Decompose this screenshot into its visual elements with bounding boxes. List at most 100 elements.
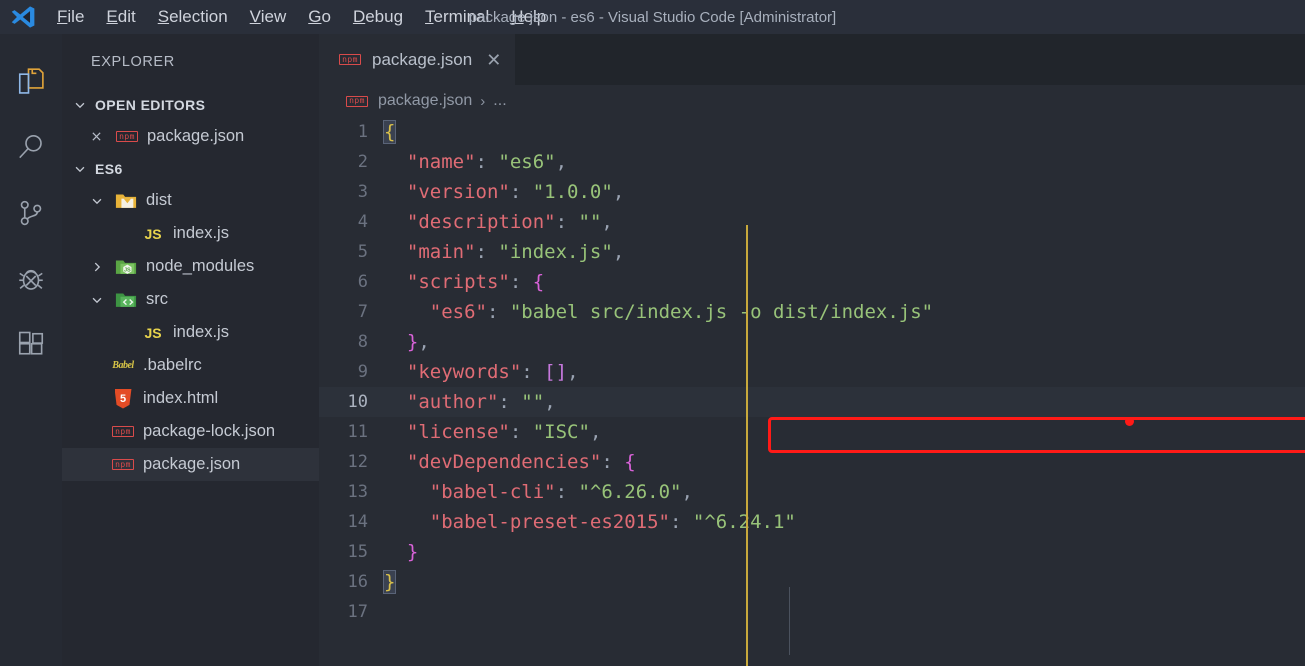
annotation-dot [1125, 417, 1134, 426]
close-icon[interactable] [85, 130, 107, 143]
line-content[interactable]: "main": "index.js", [384, 237, 624, 267]
breadcrumb-file[interactable]: package.json [378, 92, 472, 110]
code-line[interactable]: 9 "keywords": [], [319, 357, 1305, 387]
line-content[interactable]: "license": "ISC", [384, 417, 602, 447]
code-token: "^6.26.0" [578, 481, 682, 503]
code-line[interactable]: 1{ [319, 117, 1305, 147]
source-control-icon[interactable] [0, 180, 62, 246]
tree-item-package-json[interactable]: npm package.json [62, 448, 319, 481]
code-token: } [406, 541, 419, 563]
line-content[interactable]: "babel-preset-es2015": "^6.24.1" [384, 507, 796, 537]
line-number: 5 [357, 242, 368, 262]
menu-item-view[interactable]: View [239, 4, 298, 30]
code-token: "babel-cli" [429, 481, 556, 503]
code-line[interactable]: 7 "es6": "babel src/index.js -o dist/ind… [319, 297, 1305, 327]
vscode-logo-icon [0, 0, 46, 34]
code-line[interactable]: 16} [319, 567, 1305, 597]
tree-item-index-html[interactable]: 5 index.html [62, 382, 319, 415]
code-line[interactable]: 13 "babel-cli": "^6.26.0", [319, 477, 1305, 507]
code-token: , [612, 181, 625, 203]
code-token: : [509, 181, 533, 203]
code-line[interactable]: 14 "babel-preset-es2015": "^6.24.1" [319, 507, 1305, 537]
code-line[interactable]: 8 }, [319, 327, 1305, 357]
code-line[interactable]: 12 "devDependencies": { [319, 447, 1305, 477]
search-icon[interactable] [0, 114, 62, 180]
tree-item-label: index.html [143, 389, 219, 407]
tab-package-json[interactable]: npm package.json ✕ [319, 34, 516, 85]
line-content[interactable]: "name": "es6", [384, 147, 567, 177]
chevron-down-icon [88, 293, 106, 307]
code-editor[interactable]: 1{2 "name": "es6", 3 "version": "1.0.0", 4… [319, 117, 1305, 666]
line-content[interactable]: "description": "", [384, 207, 613, 237]
tree-item-package-lock-json[interactable]: npm package-lock.json [62, 415, 319, 448]
line-content[interactable]: } [384, 537, 418, 567]
code-token: : [475, 241, 499, 263]
line-content[interactable]: "author": "", [384, 387, 556, 417]
line-content[interactable]: "scripts": { [384, 267, 544, 297]
tree-item-dist-index-js[interactable]: JS index.js [62, 217, 319, 250]
extensions-icon[interactable] [0, 312, 62, 378]
menu-item-terminal[interactable]: Terminal [414, 4, 500, 30]
line-number: 4 [357, 212, 368, 232]
menu-item-go[interactable]: Go [297, 4, 342, 30]
line-number: 1 [357, 122, 368, 142]
line-content[interactable]: } [382, 567, 397, 597]
menu-item-label: erminal [433, 7, 490, 26]
folder-dist-icon [113, 191, 139, 210]
line-content[interactable]: "babel-cli": "^6.26.0", [384, 477, 693, 507]
menu-item-edit[interactable]: Edit [95, 4, 146, 30]
close-icon[interactable]: ✕ [486, 51, 501, 69]
sidebar-title: EXPLORER [91, 53, 175, 70]
tree-item-node-modules[interactable]: JS node_modules [62, 250, 319, 283]
line-content[interactable]: }, [384, 327, 430, 357]
menu-item-selection[interactable]: Selection [147, 4, 239, 30]
code-lines[interactable]: 1{2 "name": "es6", 3 "version": "1.0.0", 4… [319, 117, 1305, 627]
code-token: [] [544, 361, 568, 383]
code-token: "main" [406, 241, 476, 263]
code-line[interactable]: 15 } [319, 537, 1305, 567]
breadcrumb[interactable]: npm package.json › ... [319, 85, 1305, 117]
tree-item-src[interactable]: src [62, 283, 319, 316]
babel-icon: Babel [112, 360, 134, 371]
tree-item-label: package.json [143, 455, 241, 473]
tree-item-babelrc[interactable]: Babel .babelrc [62, 349, 319, 382]
code-token: "index.js" [498, 241, 613, 263]
menu-item-file[interactable]: File [46, 4, 95, 30]
line-content[interactable]: "es6": "babel src/index.js -o dist/index… [384, 297, 933, 327]
line-content[interactable]: { [382, 117, 397, 147]
explorer-icon[interactable] [0, 48, 62, 114]
npm-icon: npm [337, 54, 363, 65]
menu-item-help[interactable]: Help [500, 4, 557, 30]
section-open-editors[interactable]: OPEN EDITORS [62, 89, 319, 120]
menu-bar[interactable]: File Edit Selection View Go Debug Termin… [46, 4, 557, 30]
menu-item-debug[interactable]: Debug [342, 4, 414, 30]
line-number: 10 [347, 392, 368, 412]
code-line[interactable]: 17 [319, 597, 1305, 627]
code-line[interactable]: 5 "main": "index.js", [319, 237, 1305, 267]
code-line[interactable]: 6 "scripts": { [319, 267, 1305, 297]
line-content[interactable]: "keywords": [], [384, 357, 579, 387]
tree-item-src-index-js[interactable]: JS index.js [62, 316, 319, 349]
code-token: "ISC" [532, 421, 590, 443]
code-line[interactable]: 4 "description": "", [319, 207, 1305, 237]
code-line[interactable]: 2 "name": "es6", [319, 147, 1305, 177]
code-token: , [612, 241, 625, 263]
tree-item-label: package-lock.json [143, 422, 276, 440]
tree-item-dist[interactable]: dist [62, 184, 319, 217]
folder-node-icon: JS [113, 257, 139, 276]
tree-item-label: dist [146, 191, 172, 209]
code-line[interactable]: 11 "license": "ISC", [319, 417, 1305, 447]
code-token: "^6.24.1" [692, 511, 796, 533]
line-content[interactable]: "devDependencies": { [384, 447, 636, 477]
section-workspace-es6[interactable]: ES6 [62, 153, 319, 184]
code-line[interactable]: 3 "version": "1.0.0", [319, 177, 1305, 207]
open-editor-package-json[interactable]: npm package.json [62, 120, 319, 153]
code-token: "name" [406, 151, 476, 173]
code-line[interactable]: 10 "author": "", [319, 387, 1305, 417]
debug-icon[interactable] [0, 246, 62, 312]
line-content[interactable]: "version": "1.0.0", [384, 177, 624, 207]
breadcrumb-trail[interactable]: ... [493, 92, 506, 110]
js-icon: JS [144, 225, 162, 242]
